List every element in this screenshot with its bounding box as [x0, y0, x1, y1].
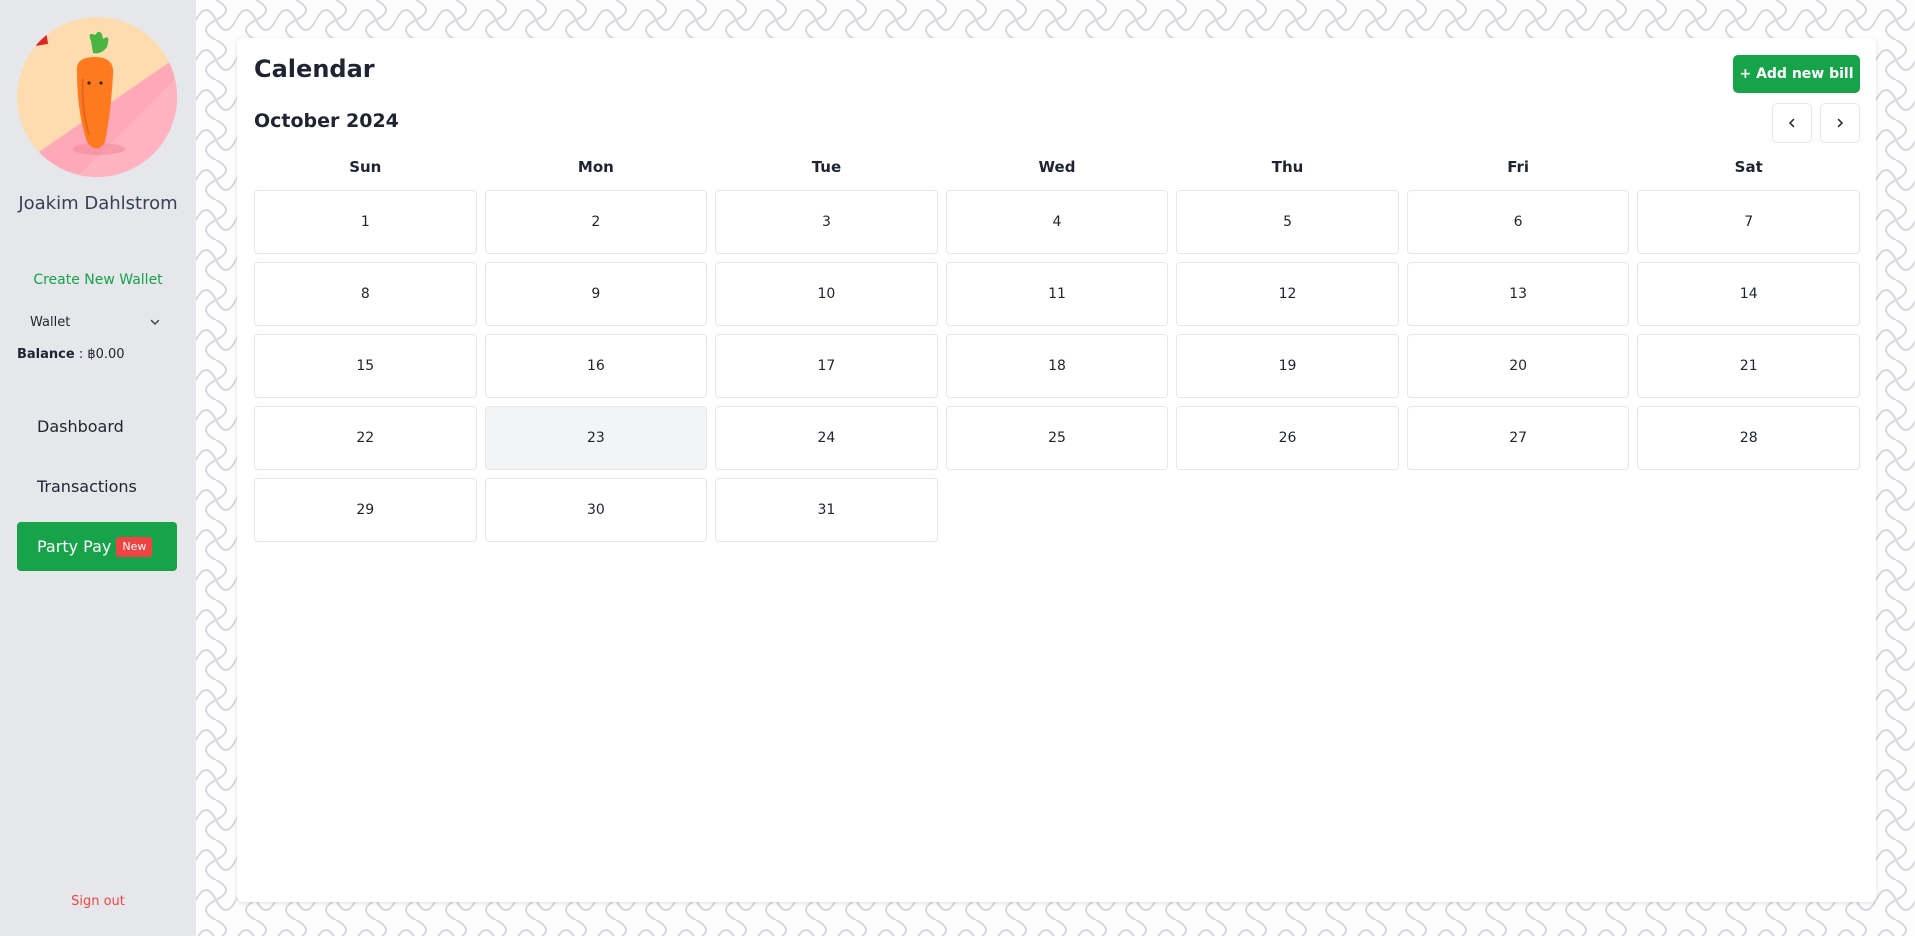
calendar-day[interactable]: 11 — [945, 262, 1169, 326]
page-title: Calendar — [254, 55, 375, 83]
chevron-right-icon — [1837, 118, 1844, 128]
calendar-day[interactable]: 30 — [484, 478, 708, 542]
add-new-bill-button[interactable]: + Add new bill — [1733, 55, 1860, 93]
avatar[interactable] — [17, 17, 177, 177]
party-pay-button[interactable]: Party Pay New — [17, 522, 177, 571]
balance: Balance : ฿0.00 — [17, 347, 125, 362]
balance-separator: : — [74, 347, 88, 362]
calendar-day[interactable]: 28 — [1637, 406, 1860, 470]
calendar-grid: 1 2 3 4 5 6 7 8 9 10 11 12 13 14 15 16 1… — [254, 190, 1860, 542]
calendar-day[interactable]: 20 — [1406, 334, 1630, 398]
weekday-label: Sun — [349, 158, 382, 176]
calendar-day[interactable]: 7 — [1637, 190, 1860, 254]
chevron-down-icon — [150, 319, 160, 325]
weekday-label: Tue — [811, 158, 842, 176]
calendar-day[interactable]: 13 — [1406, 262, 1630, 326]
weekday-label: Sat — [1734, 158, 1763, 176]
calendar-day[interactable]: 22 — [254, 406, 477, 470]
party-pay-label: Party Pay — [37, 537, 112, 556]
calendar-day-today[interactable]: 23 — [484, 406, 708, 470]
sign-out-link[interactable]: Sign out — [0, 894, 196, 909]
carrot-avatar-image — [17, 17, 177, 177]
calendar-day[interactable]: 16 — [484, 334, 708, 398]
new-badge: New — [116, 536, 153, 557]
calendar-day[interactable]: 6 — [1406, 190, 1630, 254]
wallet-select[interactable]: Wallet — [17, 310, 167, 334]
calendar-day[interactable]: 21 — [1637, 334, 1860, 398]
previous-month-button[interactable] — [1772, 103, 1812, 143]
weekday-label: Thu — [1271, 158, 1304, 176]
next-month-button[interactable] — [1820, 103, 1860, 143]
create-wallet-link[interactable]: Create New Wallet — [0, 272, 196, 288]
balance-value: ฿0.00 — [87, 347, 125, 362]
weekday-label: Wed — [1038, 158, 1076, 176]
balance-label: Balance — [17, 347, 75, 362]
nav-dashboard[interactable]: Dashboard — [17, 404, 177, 448]
calendar-day[interactable]: 18 — [945, 334, 1169, 398]
sidebar: Joakim Dahlstrom Create New Wallet Walle… — [0, 0, 196, 936]
calendar-day[interactable]: 12 — [1176, 262, 1399, 326]
month-label: October 2024 — [254, 110, 399, 132]
nav-transactions[interactable]: Transactions — [17, 464, 177, 508]
calendar-day[interactable]: 26 — [1176, 406, 1399, 470]
calendar-day[interactable]: 29 — [254, 478, 477, 542]
chevron-left-icon — [1788, 118, 1795, 128]
wallet-select-value: Wallet — [30, 314, 71, 330]
weekday-label: Fri — [1507, 158, 1530, 176]
calendar-day[interactable]: 14 — [1637, 262, 1860, 326]
calendar-day[interactable]: 17 — [715, 334, 938, 398]
calendar-day[interactable]: 9 — [484, 262, 708, 326]
weekday-label: Mon — [577, 158, 614, 176]
weekday-header: Sun Mon Tue Wed Thu Fri Sat — [254, 158, 1860, 176]
calendar-day[interactable]: 5 — [1176, 190, 1399, 254]
calendar-day[interactable]: 4 — [945, 190, 1169, 254]
calendar-day[interactable]: 27 — [1406, 406, 1630, 470]
calendar-day[interactable]: 2 — [484, 190, 708, 254]
calendar-day[interactable]: 19 — [1176, 334, 1399, 398]
calendar-day[interactable]: 10 — [715, 262, 938, 326]
calendar-day[interactable]: 25 — [945, 406, 1169, 470]
calendar-day[interactable]: 31 — [715, 478, 938, 542]
calendar-day[interactable]: 8 — [254, 262, 477, 326]
calendar-day[interactable]: 1 — [254, 190, 477, 254]
calendar-day[interactable]: 24 — [715, 406, 938, 470]
calendar-card: Calendar + Add new bill October 2024 Sun… — [237, 38, 1876, 902]
calendar-day[interactable]: 15 — [254, 334, 477, 398]
user-name: Joakim Dahlstrom — [18, 193, 178, 214]
calendar-day[interactable]: 3 — [715, 190, 938, 254]
